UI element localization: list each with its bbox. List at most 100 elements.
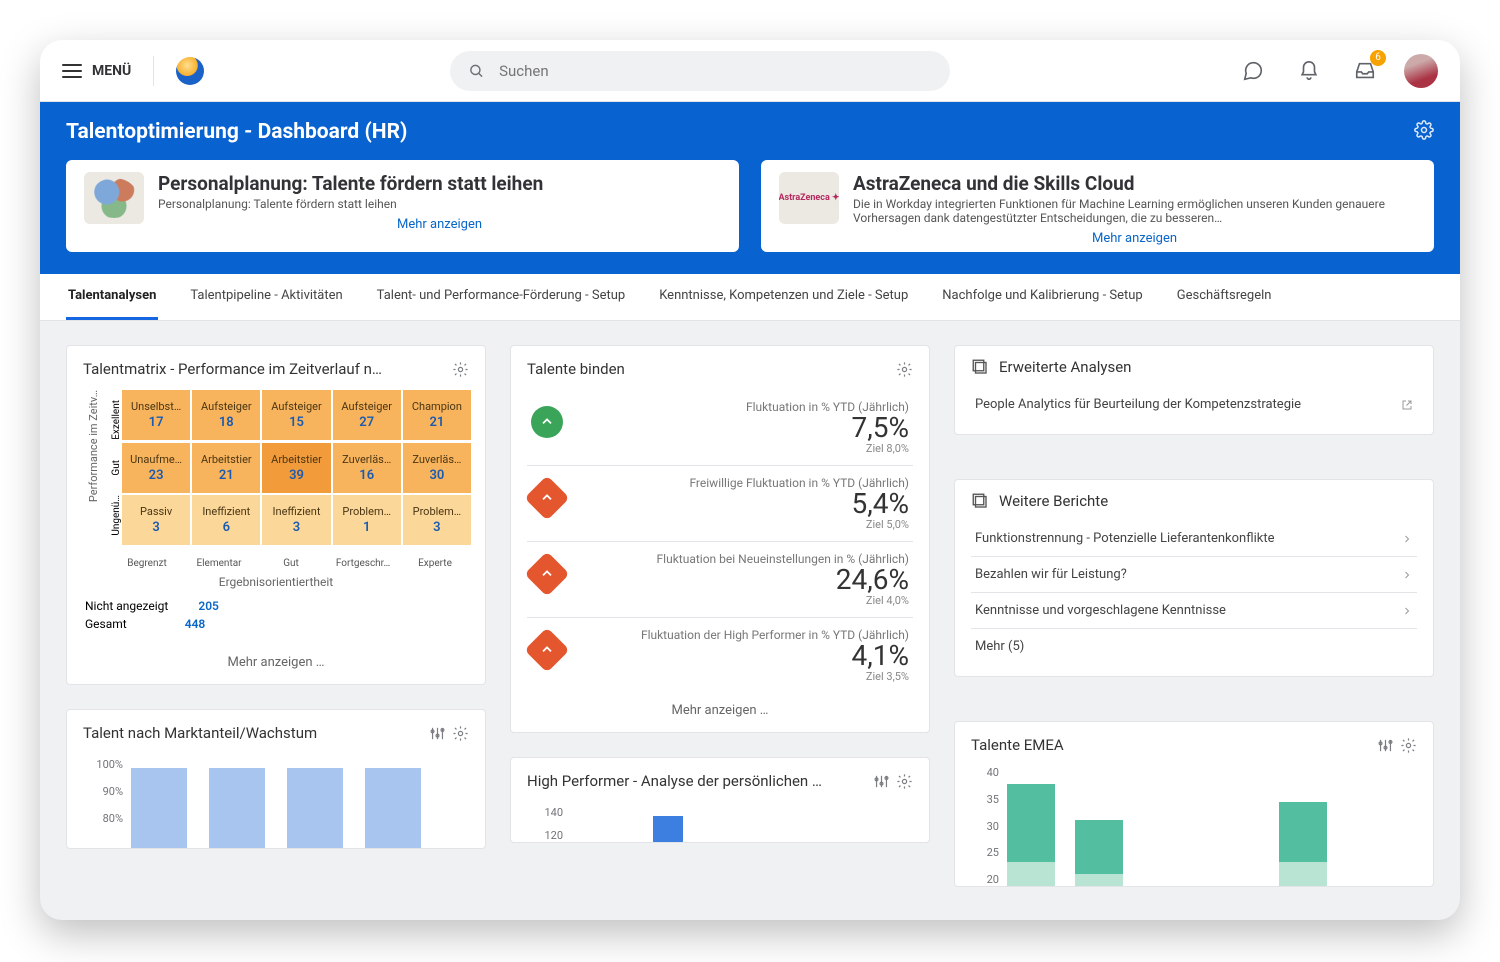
matrix-more-link[interactable]: Mehr anzeigen … [67,645,485,684]
menu-button[interactable]: MENÜ [62,63,131,79]
y-ticks: Exzellent Gut Ungenü… [111,390,122,546]
analysis-link[interactable]: People Analytics für Beurteilung der Kom… [971,386,1417,422]
hamburger-icon [62,64,82,78]
feature-more-link[interactable]: Mehr anzeigen [1092,231,1177,246]
feature-more-link[interactable]: Mehr anzeigen [397,217,482,232]
total-value[interactable]: 448 [185,617,206,631]
tab-talentpipeline[interactable]: Talentpipeline - Aktivitäten [188,274,344,320]
matrix-cell[interactable]: Ineffizient3 [262,495,330,545]
stack-icon [971,492,989,510]
card-title: Talent nach Marktanteil/Wachstum [83,724,317,742]
high-performer-chart: 140 120 [511,798,929,842]
card-title: Talentmatrix - Performance im Zeitverlau… [83,360,382,378]
tab-kompetenzen-setup[interactable]: Kenntnisse, Kompetenzen und Ziele - Setu… [657,274,910,320]
card-title: Weitere Berichte [999,492,1108,510]
report-link[interactable]: Bezahlen wir für Leistung? [971,556,1417,592]
kpi-value: 24,6% [577,566,909,594]
matrix-cell[interactable]: Problem…1 [333,495,401,545]
high-performer-card: High Performer - Analyse der persönliche… [510,757,930,843]
tab-nachfolge-setup[interactable]: Nachfolge und Kalibrierung - Setup [940,274,1144,320]
matrix-cell[interactable]: Passiv3 [122,495,190,545]
total-label: Gesamt [85,617,127,631]
bar[interactable] [287,768,343,848]
kpi-row[interactable]: Freiwillige Fluktuation in % YTD (Jährli… [527,466,913,542]
feature-card-personalplanung[interactable]: Personalplanung: Talente fördern statt l… [66,160,739,252]
kpi-row[interactable]: Fluktuation in % YTD (Jährlich)7,5%Ziel … [527,390,913,466]
kpi-row[interactable]: Fluktuation bei Neueinstellungen in % (J… [527,542,913,618]
kpi-value: 7,5% [577,414,909,442]
bar[interactable] [365,768,421,848]
feature-subtitle: Die in Workday integrierten Funktionen f… [853,197,1416,225]
kpi-value: 4,1% [577,642,909,670]
gear-icon[interactable] [452,725,469,742]
not-shown-value[interactable]: 205 [198,599,219,613]
emea-chart: 40 35 30 25 20 [955,762,1433,886]
search-icon [468,62,485,80]
search-bar[interactable] [450,51,950,91]
chevron-right-icon [1401,533,1413,545]
feature-thumb-logo: AstraZeneca ✦ [779,172,839,224]
market-growth-chart: 100% 90% 80% [67,750,485,848]
search-input[interactable] [497,61,932,81]
bar[interactable] [131,768,187,848]
bell-icon[interactable] [1292,54,1326,88]
stack-icon [971,358,989,376]
matrix-cell[interactable]: Zuverläs…30 [403,443,471,493]
gear-icon[interactable] [896,361,913,378]
matrix-cell[interactable]: Unselbst…17 [122,390,190,440]
avatar[interactable] [1404,54,1438,88]
emea-bar[interactable] [1075,820,1123,886]
bar[interactable] [209,768,265,848]
matrix-cell[interactable]: Aufsteiger15 [262,390,330,440]
report-link[interactable]: Funktionstrennung - Potenzielle Lieferan… [971,520,1417,556]
separator [153,56,154,86]
matrix-cell[interactable]: Arbeitstier21 [192,443,260,493]
matrix-cell[interactable]: Aufsteiger18 [192,390,260,440]
talentmatrix-card: Talentmatrix - Performance im Zeitverlau… [66,345,486,685]
market-growth-card: Talent nach Marktanteil/Wachstum 100% 90… [66,709,486,849]
sliders-icon[interactable] [873,773,890,790]
card-title: High Performer - Analyse der persönliche… [527,772,822,790]
alert-icon [524,475,569,520]
alert-icon [524,627,569,672]
bar[interactable] [653,816,683,842]
chat-icon[interactable] [1236,54,1270,88]
card-title: Talente EMEA [971,736,1064,754]
tab-talentanalysen[interactable]: Talentanalysen [66,274,158,320]
erweiterte-analysen-card: Erweiterte Analysen People Analytics für… [954,345,1434,435]
tab-performance-setup[interactable]: Talent- und Performance-Förderung - Setu… [375,274,628,320]
top-icons: 6 [1236,54,1438,88]
emea-bar[interactable] [1007,784,1055,886]
feature-card-astrazeneca[interactable]: AstraZeneca ✦ AstraZeneca und die Skills… [761,160,1434,252]
card-title: Talente binden [527,360,625,378]
report-link[interactable]: Kenntnisse und vorgeschlagene Kenntnisse [971,592,1417,628]
matrix-cell[interactable]: Aufsteiger27 [333,390,401,440]
matrix-cell[interactable]: Arbeitstier39 [262,443,330,493]
kpi-row[interactable]: Fluktuation der High Performer in % YTD … [527,618,913,693]
matrix-cell[interactable]: Ineffizient6 [192,495,260,545]
inbox-icon[interactable]: 6 [1348,54,1382,88]
x-ticks: Begrenzt Elementar Gut Fortgeschr… Exper… [67,554,485,569]
matrix-cell[interactable]: Problem…3 [403,495,471,545]
y-axis-label: Performance im Zeitv… [87,390,100,502]
page-title: Talentoptimierung - Dashboard (HR) [66,120,407,144]
chevron-right-icon [1401,605,1413,617]
not-shown-label: Nicht angezeigt [85,599,168,613]
talente-emea-card: Talente EMEA 40 35 30 25 [954,721,1434,887]
matrix-cell[interactable]: Zuverläs…16 [333,443,401,493]
menu-label: MENÜ [92,63,131,79]
matrix-cell[interactable]: Champion21 [403,390,471,440]
gear-icon[interactable] [452,361,469,378]
emea-bar[interactable] [1279,802,1327,886]
sliders-icon[interactable] [1377,737,1394,754]
settings-gear-icon[interactable] [1414,120,1434,144]
report-link-more[interactable]: Mehr (5) [971,628,1417,664]
feature-thumb-icon [84,172,144,224]
tab-geschaeftsregeln[interactable]: Geschäftsregeln [1175,274,1274,320]
workday-logo[interactable] [176,57,204,85]
gear-icon[interactable] [1400,737,1417,754]
sliders-icon[interactable] [429,725,446,742]
gear-icon[interactable] [896,773,913,790]
matrix-cell[interactable]: Unaufme…23 [122,443,190,493]
kpi-more-link[interactable]: Mehr anzeigen … [511,693,929,732]
